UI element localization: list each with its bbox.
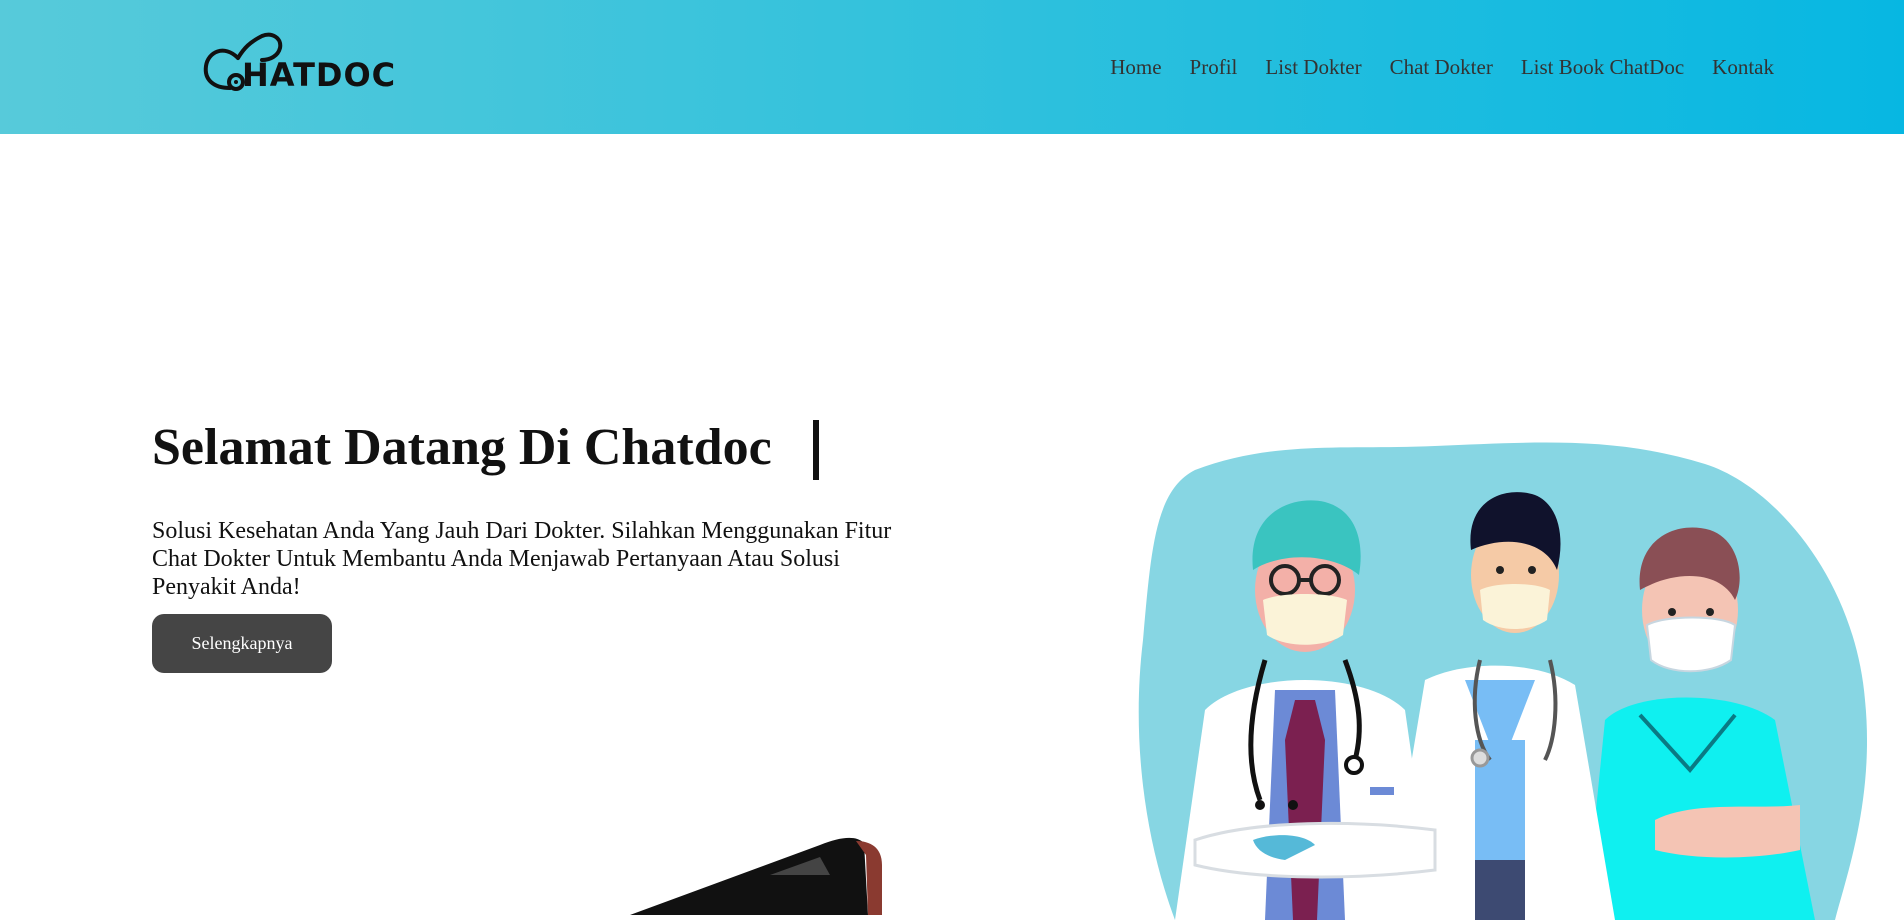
- main-nav: Home Profil List Dokter Chat Dokter List…: [1110, 52, 1774, 82]
- nav-list-book-chatdoc[interactable]: List Book ChatDoc: [1521, 55, 1684, 80]
- nav-list-dokter[interactable]: List Dokter: [1265, 55, 1361, 80]
- chatdoc-logo[interactable]: HATDOC: [200, 30, 395, 98]
- site-header: HATDOC Home Profil List Dokter Chat Dokt…: [0, 0, 1904, 134]
- phone-illustration: [630, 837, 882, 915]
- hero-description: Solusi Kesehatan Anda Yang Jauh Dari Dok…: [152, 518, 892, 600]
- doctors-illustration: [1138, 442, 1868, 920]
- typing-cursor: [813, 420, 819, 480]
- nav-profil[interactable]: Profil: [1190, 55, 1238, 80]
- nav-kontak[interactable]: Kontak: [1712, 55, 1774, 80]
- nav-chat-dokter[interactable]: Chat Dokter: [1390, 55, 1493, 80]
- selengkapnya-button[interactable]: Selengkapnya: [152, 614, 332, 673]
- logo-text: HATDOC: [242, 56, 397, 94]
- nav-home[interactable]: Home: [1110, 55, 1161, 80]
- hero-title: Selamat Datang Di Chatdoc: [152, 419, 772, 476]
